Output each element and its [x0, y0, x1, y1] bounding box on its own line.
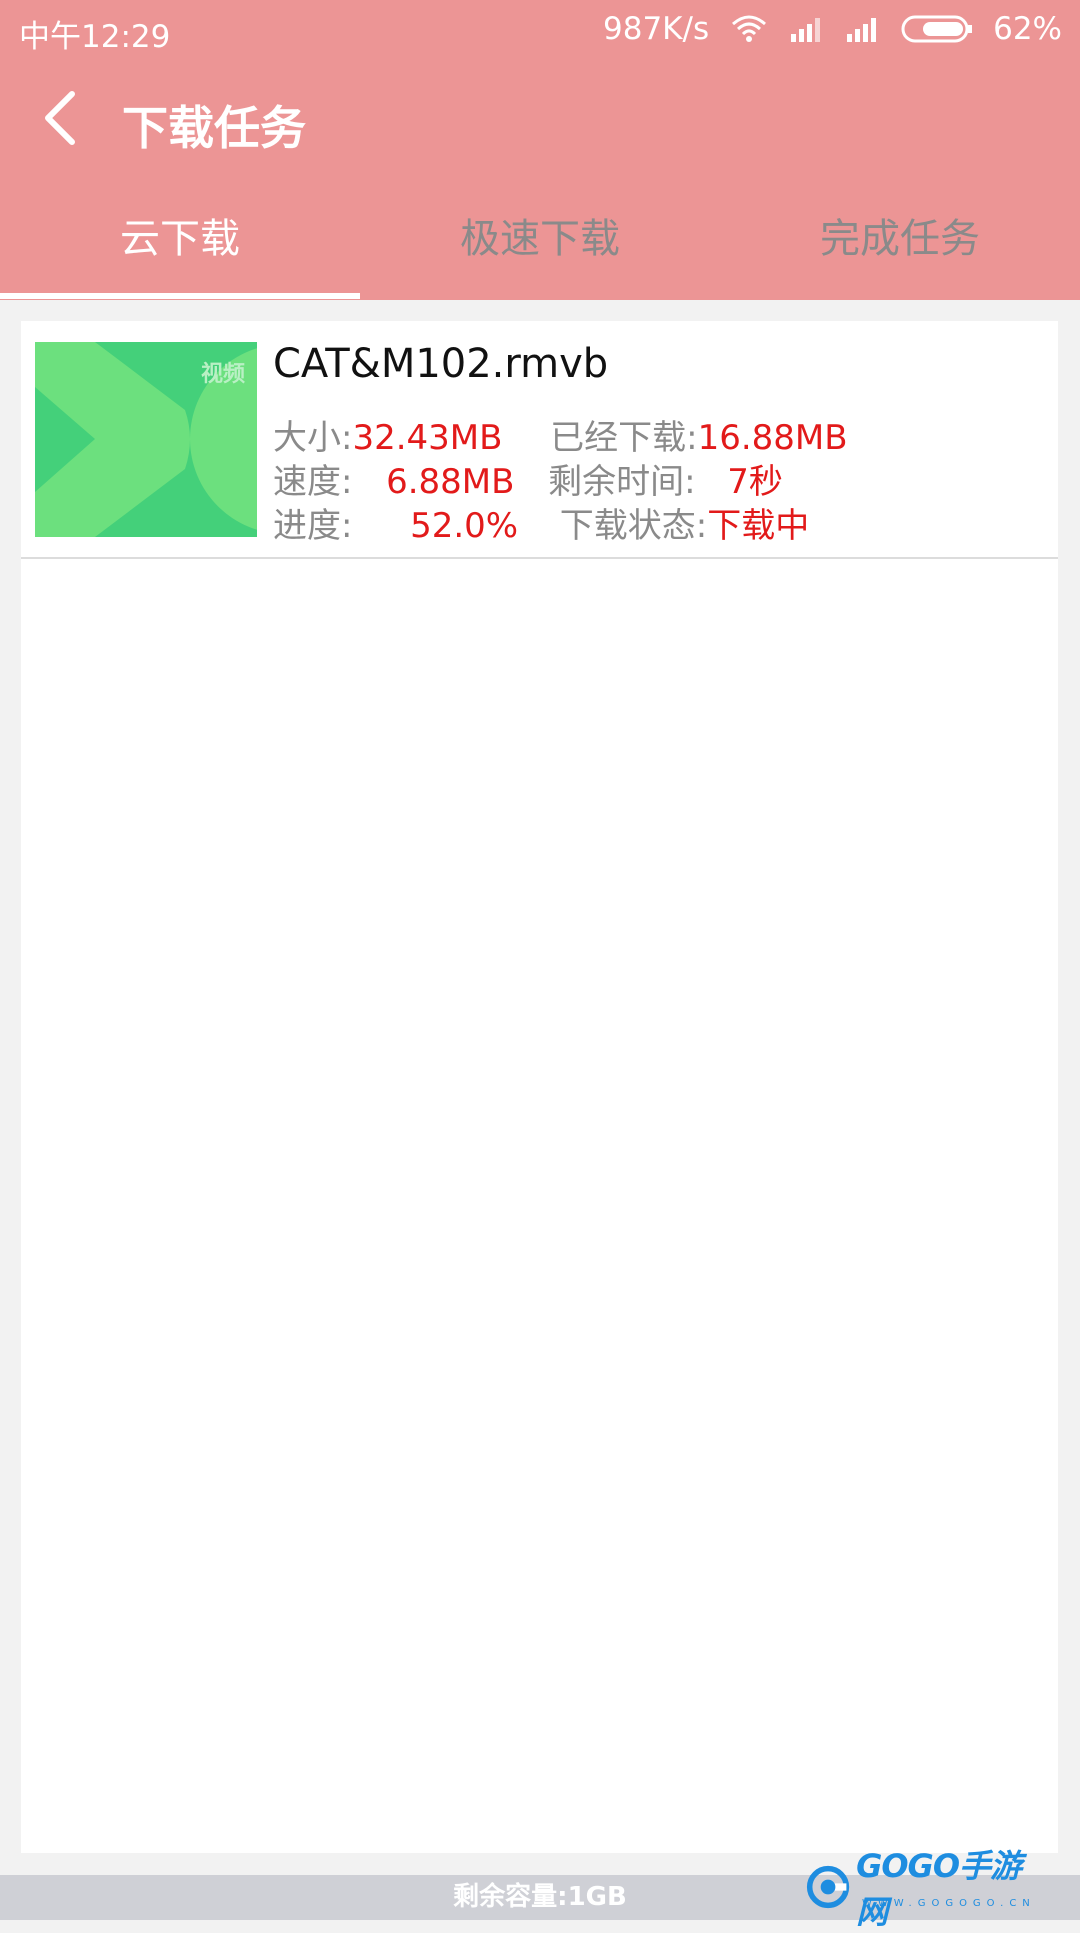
- size-label: 大小:: [273, 418, 353, 458]
- speed-value: 6.88MB: [386, 462, 515, 502]
- status-time: 中午12:29: [19, 19, 171, 55]
- back-button[interactable]: [30, 88, 90, 148]
- nav-bar: 下载任务: [0, 60, 1080, 178]
- tab-cloud-download[interactable]: 云下载: [0, 178, 360, 300]
- list-item[interactable]: 视频 CAT&M102.rmvb 大小:32.43MB 已经下载:16.88MB…: [21, 321, 1058, 559]
- video-thumbnail: 视频: [35, 342, 257, 537]
- network-speed: 987K/s: [603, 11, 710, 47]
- app-header: 中午12:29 987K/s 62% 下载任务 云下载 极速下载 完成任务: [0, 0, 1080, 300]
- progress-label: 进度:: [273, 506, 353, 546]
- status-indicators: 987K/s 62%: [603, 11, 1062, 47]
- file-name: CAT&M102.rmvb: [273, 341, 609, 387]
- tab-indicator: [0, 293, 360, 299]
- downloaded-label: 已经下载:: [550, 418, 698, 458]
- size-value: 32.43MB: [352, 418, 503, 458]
- thumbnail-label: 视频: [200, 362, 245, 387]
- tab-fast-download[interactable]: 极速下载: [360, 178, 720, 300]
- remaining-value: 7秒: [727, 462, 783, 502]
- wifi-icon: [729, 14, 769, 44]
- status-value: 下载中: [707, 506, 810, 546]
- watermark-text: GOGO手游网: [856, 1847, 1022, 1931]
- gogo-logo-icon: [806, 1865, 850, 1909]
- progress-row: 进度: 52.0% 下载状态:下载中: [273, 498, 809, 547]
- speed-row: 速度: 6.88MB 剩余时间: 7秒: [273, 454, 783, 503]
- downloaded-value: 16.88MB: [697, 418, 848, 458]
- status-label: 下载状态:: [559, 506, 708, 546]
- chevron-left-icon: [45, 91, 75, 145]
- speed-label: 速度:: [273, 462, 353, 502]
- watermark-logo: GOGO手游网 WWW.GOGOGO.CN: [806, 1847, 1036, 1931]
- status-bar: 中午12:29 987K/s 62%: [0, 0, 1080, 60]
- battery-icon: [901, 14, 973, 44]
- signal-icon: [789, 16, 825, 42]
- tab-completed-tasks[interactable]: 完成任务: [720, 178, 1080, 300]
- progress-value: 52.0%: [410, 506, 519, 546]
- size-row: 大小:32.43MB 已经下载:16.88MB: [273, 410, 848, 459]
- remaining-label: 剩余时间:: [548, 462, 696, 502]
- watermark-url: WWW.GOGOGO.CN: [862, 1898, 1036, 1909]
- page-title: 下载任务: [122, 101, 306, 155]
- task-list: 视频 CAT&M102.rmvb 大小:32.43MB 已经下载:16.88MB…: [21, 321, 1058, 1853]
- tab-bar: 云下载 极速下载 完成任务: [0, 178, 1080, 300]
- battery-level: 62%: [993, 11, 1062, 47]
- signal-icon: [845, 16, 881, 42]
